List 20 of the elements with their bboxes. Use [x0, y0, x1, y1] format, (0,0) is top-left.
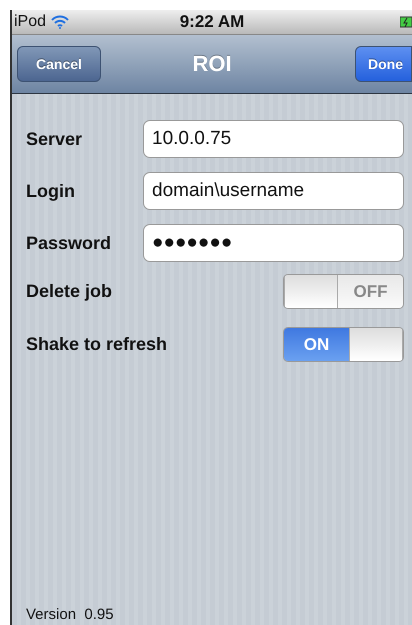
- switch-label: Shake to refresh: [26, 334, 168, 355]
- toggle-switch[interactable]: OFF: [283, 274, 404, 309]
- done-button[interactable]: Done: [355, 46, 412, 82]
- cancel-button[interactable]: Cancel: [17, 46, 101, 82]
- field-label: Login: [26, 180, 75, 202]
- toggle-switch[interactable]: ON: [283, 327, 404, 362]
- battery-icon: [400, 16, 412, 28]
- switch-state: ON: [284, 328, 349, 361]
- field-label: Password: [26, 232, 112, 254]
- nav-title: ROI: [192, 51, 232, 77]
- input-field[interactable]: 10.0.0.75: [143, 120, 404, 158]
- clock-time: 9:22 AM: [180, 12, 244, 32]
- switch-state: OFF: [338, 275, 403, 308]
- version-text: Version 0.95: [26, 606, 115, 623]
- switch-label: Delete job: [26, 281, 112, 302]
- wifi-icon: [51, 15, 70, 29]
- device-name: iPod: [14, 13, 46, 31]
- field-label: Server: [26, 128, 82, 150]
- input-field[interactable]: ●●●●●●●: [143, 224, 404, 262]
- input-field[interactable]: domain\username: [143, 172, 404, 210]
